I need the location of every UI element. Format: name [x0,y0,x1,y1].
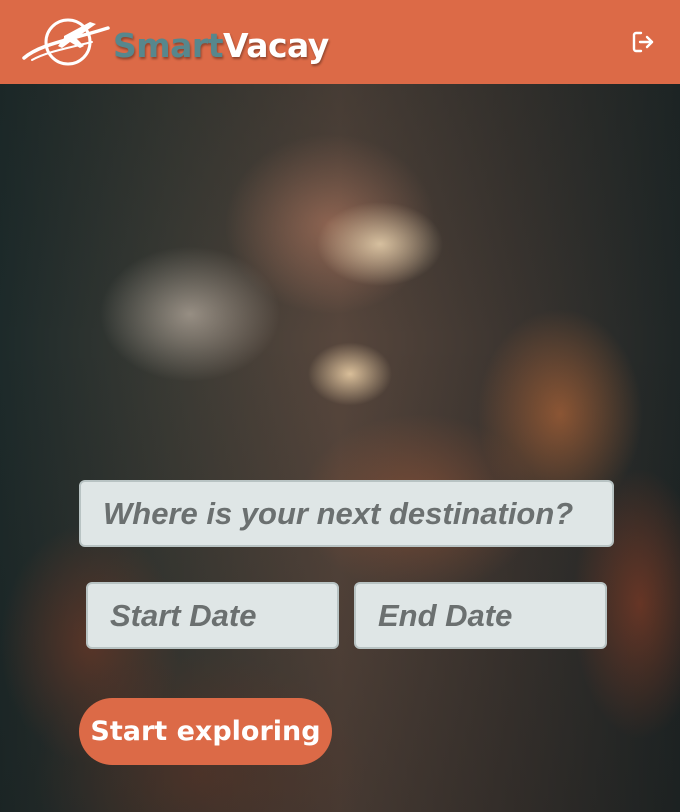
start-exploring-button[interactable]: Start exploring [79,698,332,765]
brand-word-vacay: Vacay [222,25,329,65]
brand-logo[interactable]: SmartVacay [20,12,329,72]
brand-wordmark: SmartVacay [113,26,329,65]
airplane-globe-icon [22,18,110,66]
logout-button[interactable] [628,27,658,57]
destination-search-input[interactable] [79,480,614,547]
logout-icon [632,31,654,53]
start-date-input[interactable] [86,582,339,649]
top-nav-bar: SmartVacay [0,0,680,84]
brand-word-smart: Smart [113,25,223,65]
end-date-input[interactable] [354,582,607,649]
